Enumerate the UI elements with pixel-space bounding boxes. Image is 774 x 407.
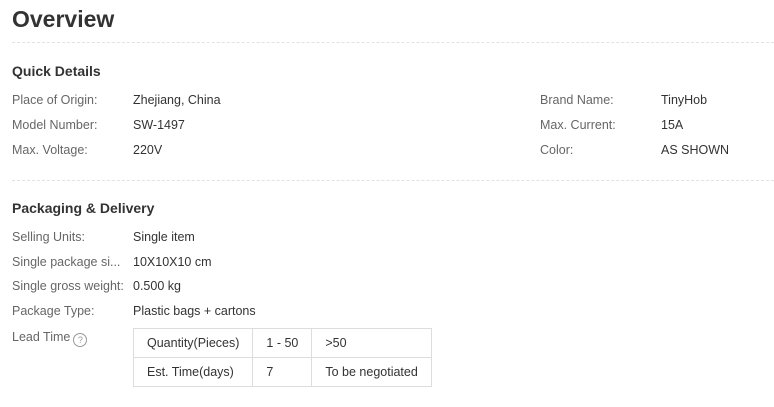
lead-time-table: Quantity(Pieces) 1 - 50 >50 Est. Time(da… [132, 328, 432, 387]
divider [12, 180, 774, 181]
place-of-origin-label: Place of Origin: [12, 93, 98, 107]
single-package-size-label: Single package si... [12, 255, 121, 269]
max-current-label: Max. Current: [540, 118, 616, 132]
quick-details-title: Quick Details [12, 63, 101, 79]
package-type-label: Package Type: [12, 304, 95, 318]
lead-time-text: Lead Time [12, 330, 71, 344]
lead-time-label: Lead Time? [12, 329, 130, 347]
model-number-label: Model Number: [12, 118, 98, 132]
single-package-size-value: 10X10X10 cm [133, 255, 212, 269]
page-title: Overview [12, 6, 115, 32]
place-of-origin-value: Zhejiang, China [133, 93, 221, 107]
single-gross-weight-value: 0.500 kg [133, 279, 181, 293]
table-row: Est. Time(days) 7 To be negotiated [132, 357, 432, 387]
color-label: Color: [540, 143, 574, 157]
color-value: AS SHOWN [661, 143, 730, 157]
single-gross-weight-label: Single gross weight: [12, 279, 124, 293]
packaging-delivery-title: Packaging & Delivery [12, 200, 155, 216]
model-number-value: SW-1497 [133, 118, 185, 132]
max-voltage-value: 220V [133, 143, 163, 157]
selling-units-value: Single item [133, 230, 195, 244]
selling-units-label: Selling Units: [12, 230, 85, 244]
brand-name-label: Brand Name: [540, 93, 614, 107]
max-voltage-label: Max. Voltage: [12, 143, 88, 157]
table-cell: Est. Time(days) [132, 357, 254, 387]
divider [12, 42, 774, 43]
package-type-value: Plastic bags + cartons [133, 304, 256, 318]
table-row: Quantity(Pieces) 1 - 50 >50 [132, 328, 432, 358]
table-cell: 7 [252, 357, 313, 387]
brand-name-value: TinyHob [661, 93, 708, 107]
table-cell: Quantity(Pieces) [132, 328, 254, 358]
question-circle-icon[interactable]: ? [73, 333, 88, 347]
table-cell: >50 [311, 328, 432, 358]
table-cell: 1 - 50 [252, 328, 313, 358]
max-current-value: 15A [661, 118, 684, 132]
table-cell: To be negotiated [311, 357, 432, 387]
